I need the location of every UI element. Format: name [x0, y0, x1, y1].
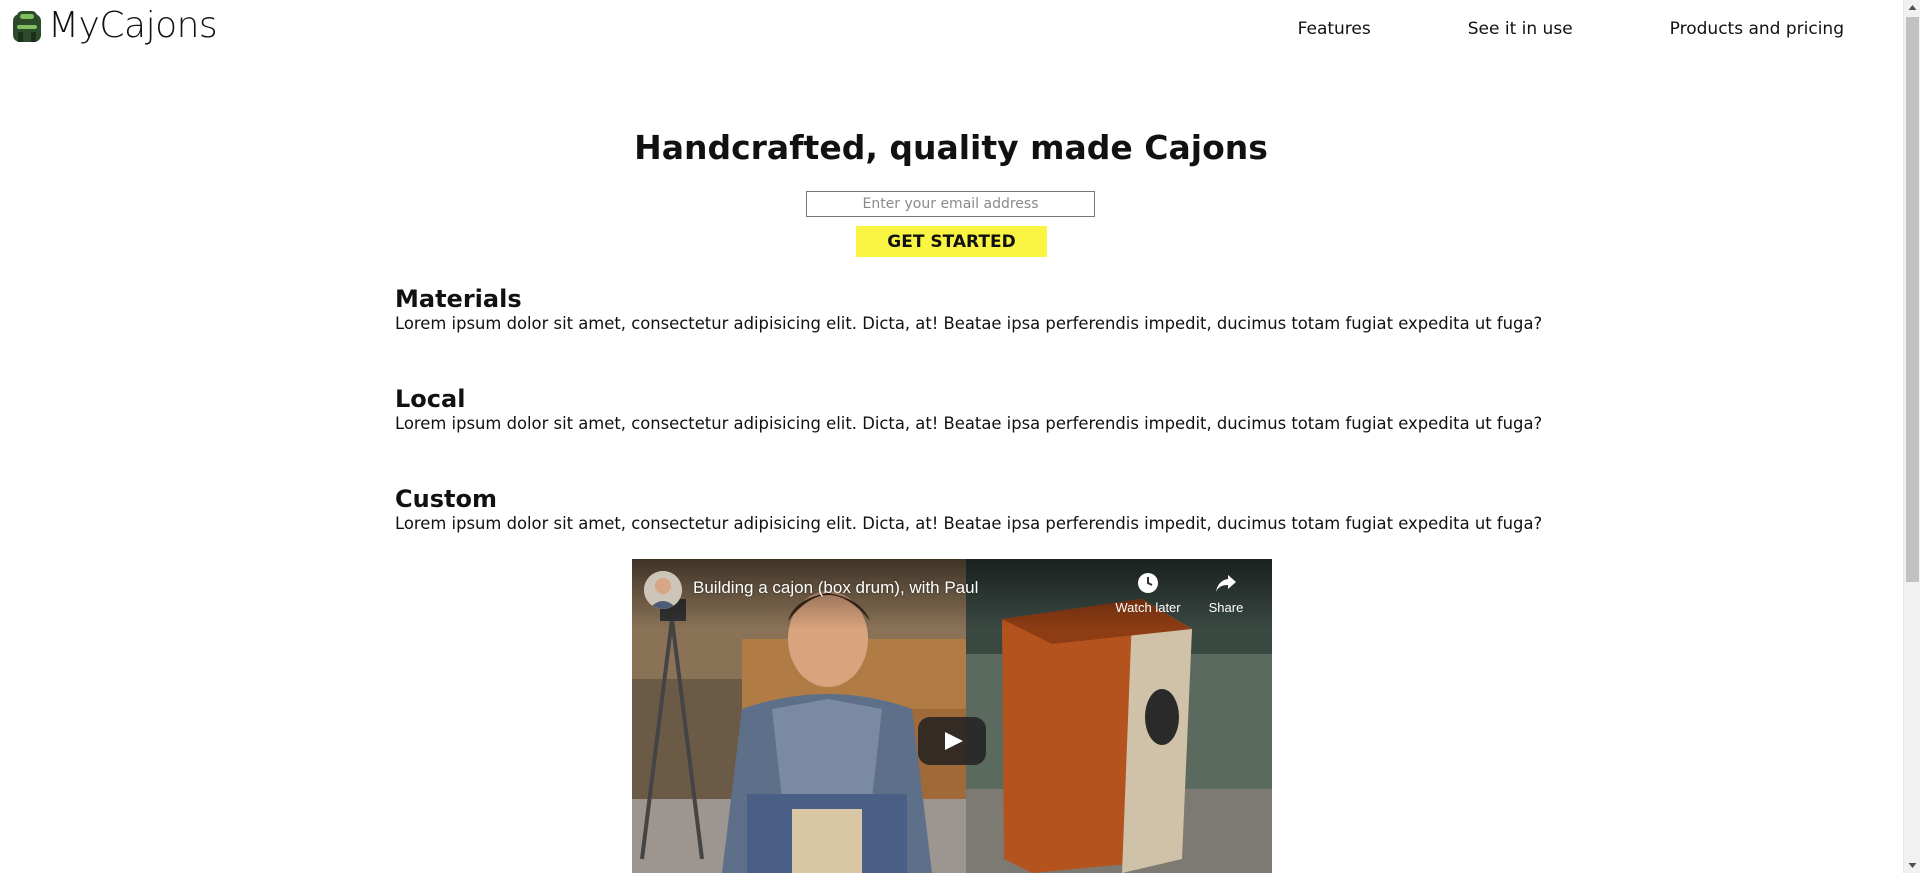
brand-name: MyCajons	[48, 5, 218, 46]
watch-later-label: Watch later	[1115, 600, 1181, 615]
share-icon	[1216, 575, 1236, 592]
share-button[interactable]: Share	[1188, 571, 1264, 615]
scrollbar-thumb[interactable]	[1906, 17, 1919, 582]
main-nav: Features See it in use Products and pric…	[1298, 0, 1902, 58]
feature-text: Lorem ipsum dolor sit amet, consectetur …	[395, 514, 1543, 533]
email-input[interactable]	[806, 191, 1095, 217]
feature-title: Custom	[395, 485, 497, 513]
feature-text: Lorem ipsum dolor sit amet, consectetur …	[395, 314, 1543, 333]
avatar-image	[644, 571, 682, 609]
site-header: MyCajons Features See it in use Products…	[0, 0, 1902, 56]
get-started-button[interactable]: GET STARTED	[856, 226, 1047, 257]
channel-avatar[interactable]	[644, 571, 682, 609]
feature-text: Lorem ipsum dolor sit amet, consectetur …	[395, 414, 1543, 433]
nav-link-features[interactable]: Features	[1298, 19, 1371, 39]
hero-title: Handcrafted, quality made Cajons	[634, 128, 1268, 167]
feature-materials: Materials Lorem ipsum dolor sit amet, co…	[395, 285, 1543, 335]
brand[interactable]: MyCajons	[10, 2, 218, 50]
play-icon	[918, 717, 986, 765]
cajon-logo-icon	[13, 11, 41, 42]
nav-link-see-it-in-use[interactable]: See it in use	[1468, 19, 1573, 39]
watch-later-button[interactable]: Watch later	[1110, 571, 1186, 615]
feature-custom: Custom Lorem ipsum dolor sit amet, conse…	[395, 485, 1543, 535]
scroll-up-arrow-icon[interactable]	[1904, 0, 1920, 17]
feature-title: Local	[395, 385, 466, 413]
feature-local: Local Lorem ipsum dolor sit amet, consec…	[395, 385, 1543, 435]
nav-link-products-and-pricing[interactable]: Products and pricing	[1670, 19, 1844, 39]
clock-icon	[1138, 573, 1158, 593]
share-label: Share	[1208, 600, 1244, 615]
video-embed[interactable]: Building a cajon (box drum), with Paul W…	[632, 559, 1272, 873]
play-button[interactable]	[918, 717, 986, 765]
video-title[interactable]: Building a cajon (box drum), with Paul	[693, 578, 978, 598]
page: MyCajons Features See it in use Products…	[0, 0, 1920, 873]
feature-title: Materials	[395, 285, 522, 313]
scroll-down-arrow-icon[interactable]	[1904, 856, 1920, 873]
page-scrollbar[interactable]	[1903, 0, 1920, 873]
